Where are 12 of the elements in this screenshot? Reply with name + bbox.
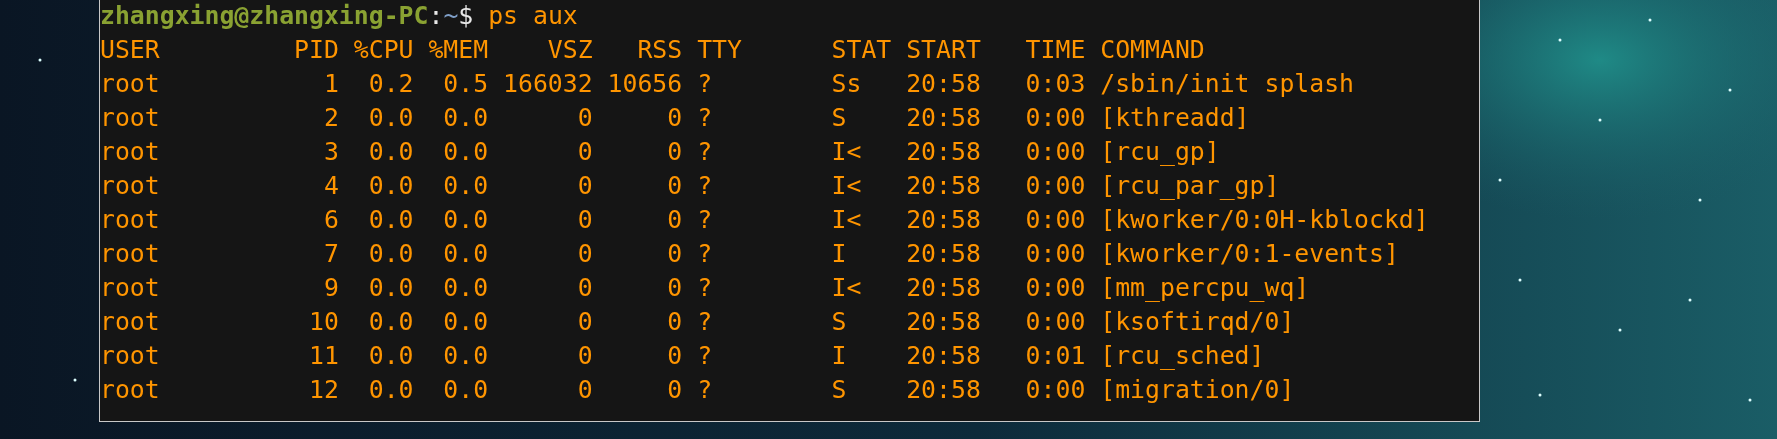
output-line: USER PID %CPU %MEM VSZ RSS TTY STAT START TIME COMMAND (100, 34, 1205, 66)
output-line: root 3 0.0 0.0 0 0 ? I< 20:58 0:00 [rcu_gp] (100, 136, 1220, 168)
output-line: root 4 0.0 0.0 0 0 ? I< 20:58 0:00 [rcu_par_gp] (100, 170, 1280, 202)
output-line: root 7 0.0 0.0 0 0 ? I 20:58 0:00 [kworker/0:1-events] (100, 238, 1399, 270)
output-line: root 10 0.0 0.0 0 0 ? S 20:58 0:00 [ksoftirqd/0] (100, 306, 1295, 338)
output-line: root 2 0.0 0.0 0 0 ? S 20:58 0:00 [kthreadd] (100, 102, 1250, 134)
output-line: root 11 0.0 0.0 0 0 ? I 20:58 0:01 [rcu_sched] (100, 340, 1265, 372)
output-line: root 12 0.0 0.0 0 0 ? S 20:58 0:00 [migration/0] (100, 374, 1295, 406)
command-prompt: zhangxing@zhangxing-PC:~$ ps aux (100, 0, 578, 32)
output-line: root 9 0.0 0.0 0 0 ? I< 20:58 0:00 [mm_percpu_wq] (100, 272, 1310, 304)
output-line: root 1 0.2 0.5 166032 10656 ? Ss 20:58 0:03 /sbin/init splash (100, 68, 1355, 100)
output-line: root 6 0.0 0.0 0 0 ? I< 20:58 0:00 [kworker/0:0H-kblockd] (100, 204, 1429, 236)
